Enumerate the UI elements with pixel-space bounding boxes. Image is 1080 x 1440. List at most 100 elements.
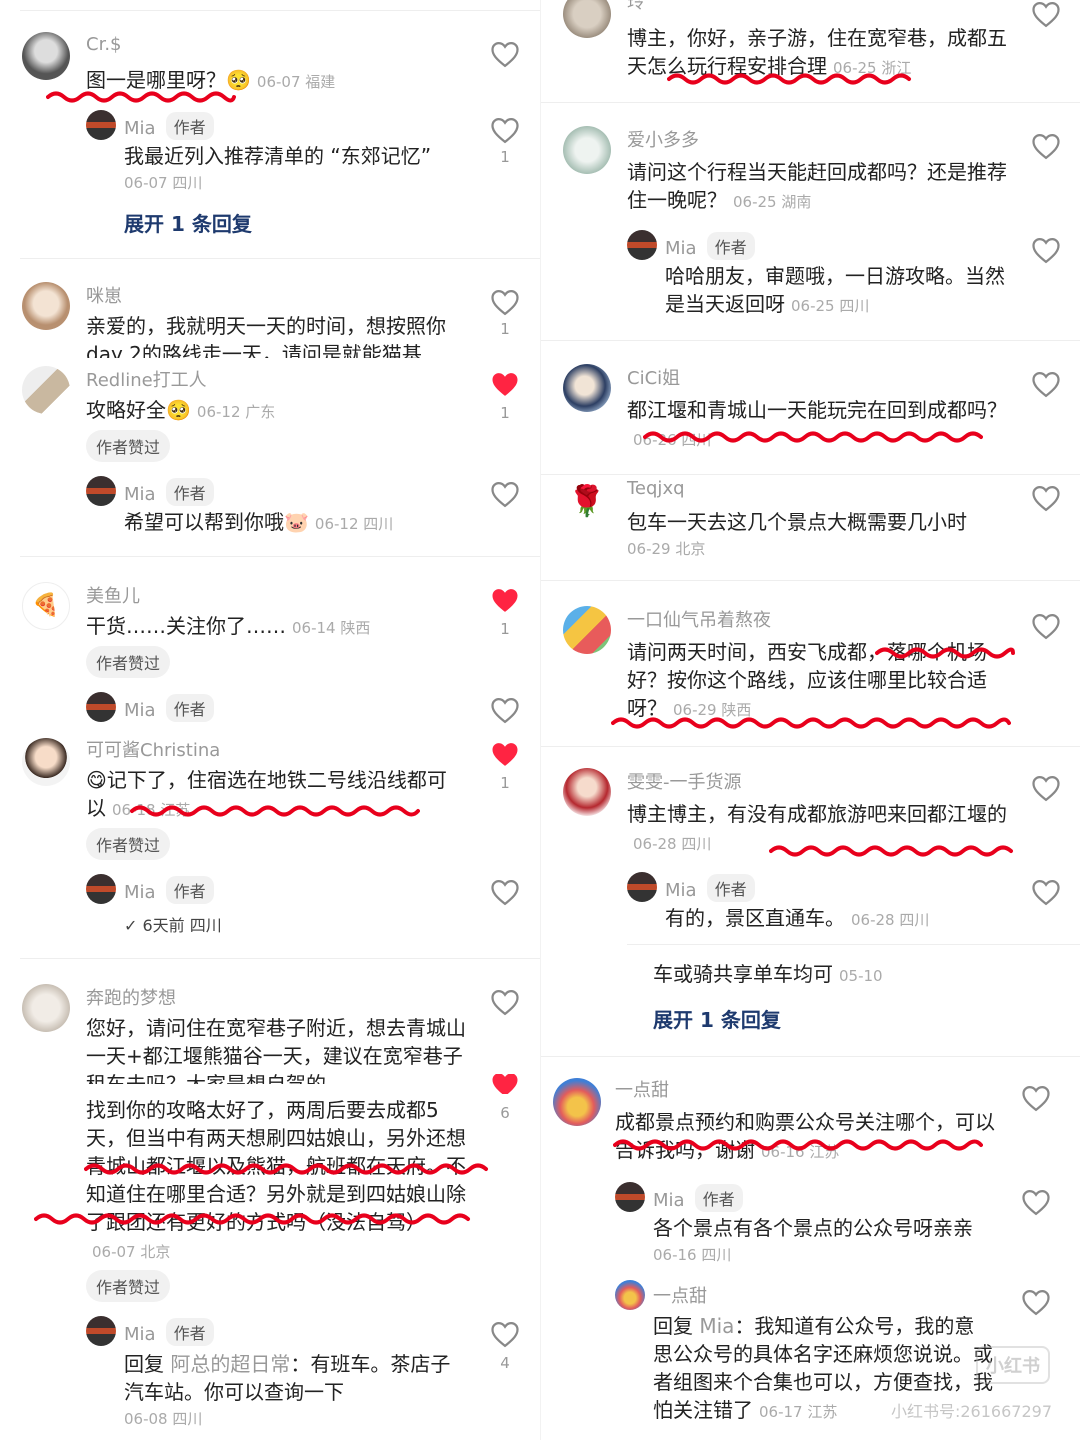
expand-replies-link[interactable]: 展开 1 条回复 — [124, 208, 252, 237]
divider — [541, 580, 1080, 581]
liked-heart-icon[interactable] — [490, 1074, 520, 1094]
avatar[interactable]: 🍕 — [22, 582, 70, 630]
divider — [20, 10, 540, 11]
like-heart-icon[interactable] — [1031, 132, 1061, 160]
comment-username[interactable]: Cr.$ — [86, 34, 122, 55]
avatar[interactable] — [563, 364, 611, 412]
avatar[interactable] — [563, 0, 611, 38]
comment-username[interactable]: 可可酱Christina — [86, 736, 220, 762]
author-tag: 作者 — [165, 112, 214, 140]
author-tag: 作者 — [706, 874, 755, 902]
like-heart-icon[interactable] — [1031, 236, 1061, 264]
comment-username[interactable]: Teqjxq — [627, 478, 685, 499]
liked-heart-icon[interactable] — [490, 370, 520, 398]
comment-username[interactable]: 奔跑的梦想 — [86, 984, 176, 1010]
comment-username[interactable]: 咪崽 — [86, 282, 122, 308]
reply-username[interactable]: 一点甜 — [653, 1282, 707, 1308]
comment-text: 亲爱的，我就明天一天的时间，想按照你day 2的路线走一天，请问是就能猫基 — [86, 314, 446, 358]
reply-username[interactable]: Mia 作者 — [124, 876, 214, 904]
like-heart-icon[interactable] — [490, 116, 520, 144]
avatar[interactable] — [563, 606, 611, 654]
author-avatar[interactable] — [86, 110, 116, 140]
reply-to-user[interactable]: Mia — [699, 1314, 734, 1338]
liked-heart-icon[interactable] — [490, 586, 520, 614]
avatar[interactable] — [615, 1280, 645, 1310]
reply-text: 我最近列入推荐清单的 “东郊记忆” — [124, 144, 432, 168]
comment-text: 请问两天时间，西安飞成都，落哪个机场好？按你这个路线，应该住哪里比较合适呀？ 06… — [627, 640, 987, 720]
like-heart-icon[interactable] — [1021, 1288, 1051, 1316]
avatar[interactable] — [22, 366, 70, 414]
like-heart-icon[interactable] — [490, 988, 520, 1016]
watermark-logo: 小红书 — [976, 1346, 1050, 1384]
reply-meta: ✓ 6天前 四川 — [124, 916, 222, 935]
reply-username[interactable]: Mia 作者 — [653, 1184, 743, 1212]
like-heart-icon[interactable] — [1031, 0, 1061, 28]
author-avatar[interactable] — [86, 1316, 116, 1346]
comment-username[interactable]: 美鱼儿 — [86, 582, 140, 608]
like-heart-icon[interactable] — [1031, 612, 1061, 640]
like-heart-icon[interactable] — [490, 288, 520, 316]
avatar[interactable] — [22, 984, 70, 1032]
like-heart-icon[interactable] — [1021, 1188, 1051, 1216]
like-heart-icon[interactable] — [490, 480, 520, 508]
liked-heart-icon[interactable] — [490, 740, 520, 768]
comment-text: 博主，你好，亲子游，住在宽窄巷，成都五天怎么玩行程安排合理 06-25 浙江 — [627, 26, 1007, 78]
like-heart-icon[interactable] — [490, 878, 520, 906]
reply-username[interactable]: Mia 作者 — [124, 478, 214, 506]
comment-username[interactable]: 玲 — [627, 0, 645, 14]
avatar[interactable] — [22, 32, 70, 80]
comment-text: 找到你的攻略太好了，两周后要去成都5天，但当中有两天想刷四姑娘山，另外还想青城山… — [86, 1098, 466, 1261]
like-heart-icon[interactable] — [490, 696, 520, 724]
like-heart-icon[interactable] — [1031, 370, 1061, 398]
comment-text: 博主博主，有没有成都旅游吧来回都江堰的06-28 四川 — [627, 802, 1007, 853]
watermark-id: 小红书号:261667297 — [890, 1402, 1052, 1421]
avatar[interactable] — [553, 1078, 601, 1126]
reply-text: 哈哈朋友，审题哦，一日游攻略。当然是当天返回呀 06-25 四川 — [665, 264, 1005, 316]
author-tag: 作者 — [165, 1318, 214, 1346]
comment-username[interactable]: Redline打工人 — [86, 366, 207, 392]
comment-username[interactable]: 一点甜 — [615, 1076, 669, 1102]
comment-username[interactable]: 雯雯-一手货源 — [627, 768, 742, 794]
author-tag: 作者 — [165, 876, 214, 904]
comment-username[interactable]: 爱小多多 — [627, 126, 699, 152]
expand-replies-link[interactable]: 展开 1 条回复 — [653, 1004, 781, 1033]
avatar[interactable] — [22, 738, 70, 786]
author-tag: 作者 — [706, 232, 755, 260]
avatar[interactable] — [563, 126, 611, 174]
reply-username[interactable]: Mia 作者 — [124, 1318, 214, 1346]
author-avatar[interactable] — [615, 1182, 645, 1212]
comment-username[interactable]: CiCi姐 — [627, 364, 680, 390]
comment-meta: 06-29 北京 — [627, 540, 706, 558]
reply-meta: 06-07 四川 — [124, 174, 203, 192]
reply-username[interactable]: Mia 作者 — [124, 112, 214, 140]
reply-to-user[interactable]: 阿总的超日常 — [170, 1352, 290, 1376]
like-count: 1 — [500, 148, 510, 166]
author-tag: 作者 — [165, 478, 214, 506]
divider — [20, 958, 540, 959]
like-heart-icon[interactable] — [490, 40, 520, 68]
like-count: 1 — [500, 404, 510, 422]
avatar[interactable] — [563, 768, 611, 816]
author-avatar[interactable] — [86, 874, 116, 904]
reply-username[interactable]: Mia 作者 — [124, 694, 214, 722]
comment-text: 请问这个行程当天能赶回成都吗？还是推荐住一晚呢？ 06-25 湖南 — [627, 160, 1007, 212]
like-heart-icon[interactable] — [1031, 484, 1061, 512]
like-heart-icon[interactable] — [1021, 1084, 1051, 1112]
avatar[interactable] — [22, 282, 70, 330]
reply-text: 回复 阿总的超日常：有班车。茶店子汽车站。你可以查询一下 — [124, 1352, 451, 1404]
like-heart-icon[interactable] — [490, 1320, 520, 1348]
author-avatar[interactable] — [627, 872, 657, 902]
avatar[interactable] — [22, 1078, 70, 1098]
author-avatar[interactable] — [86, 692, 116, 722]
like-heart-icon[interactable] — [1031, 878, 1061, 906]
comment-text: 都江堰和青城山一天能玩完在回到成都吗？06-26 四川 — [627, 398, 1007, 449]
reply-meta: 06-16 四川 — [653, 1246, 732, 1264]
emoji-icon: 🥺 — [166, 398, 191, 422]
avatar[interactable]: 🌹 — [563, 478, 611, 526]
comment-username[interactable]: 一口仙气吊着熬夜 — [627, 606, 771, 632]
reply-username[interactable]: Mia 作者 — [665, 874, 755, 902]
author-avatar[interactable] — [627, 230, 657, 260]
like-heart-icon[interactable] — [1031, 774, 1061, 802]
author-avatar[interactable] — [86, 476, 116, 506]
reply-username[interactable]: Mia 作者 — [665, 232, 755, 260]
